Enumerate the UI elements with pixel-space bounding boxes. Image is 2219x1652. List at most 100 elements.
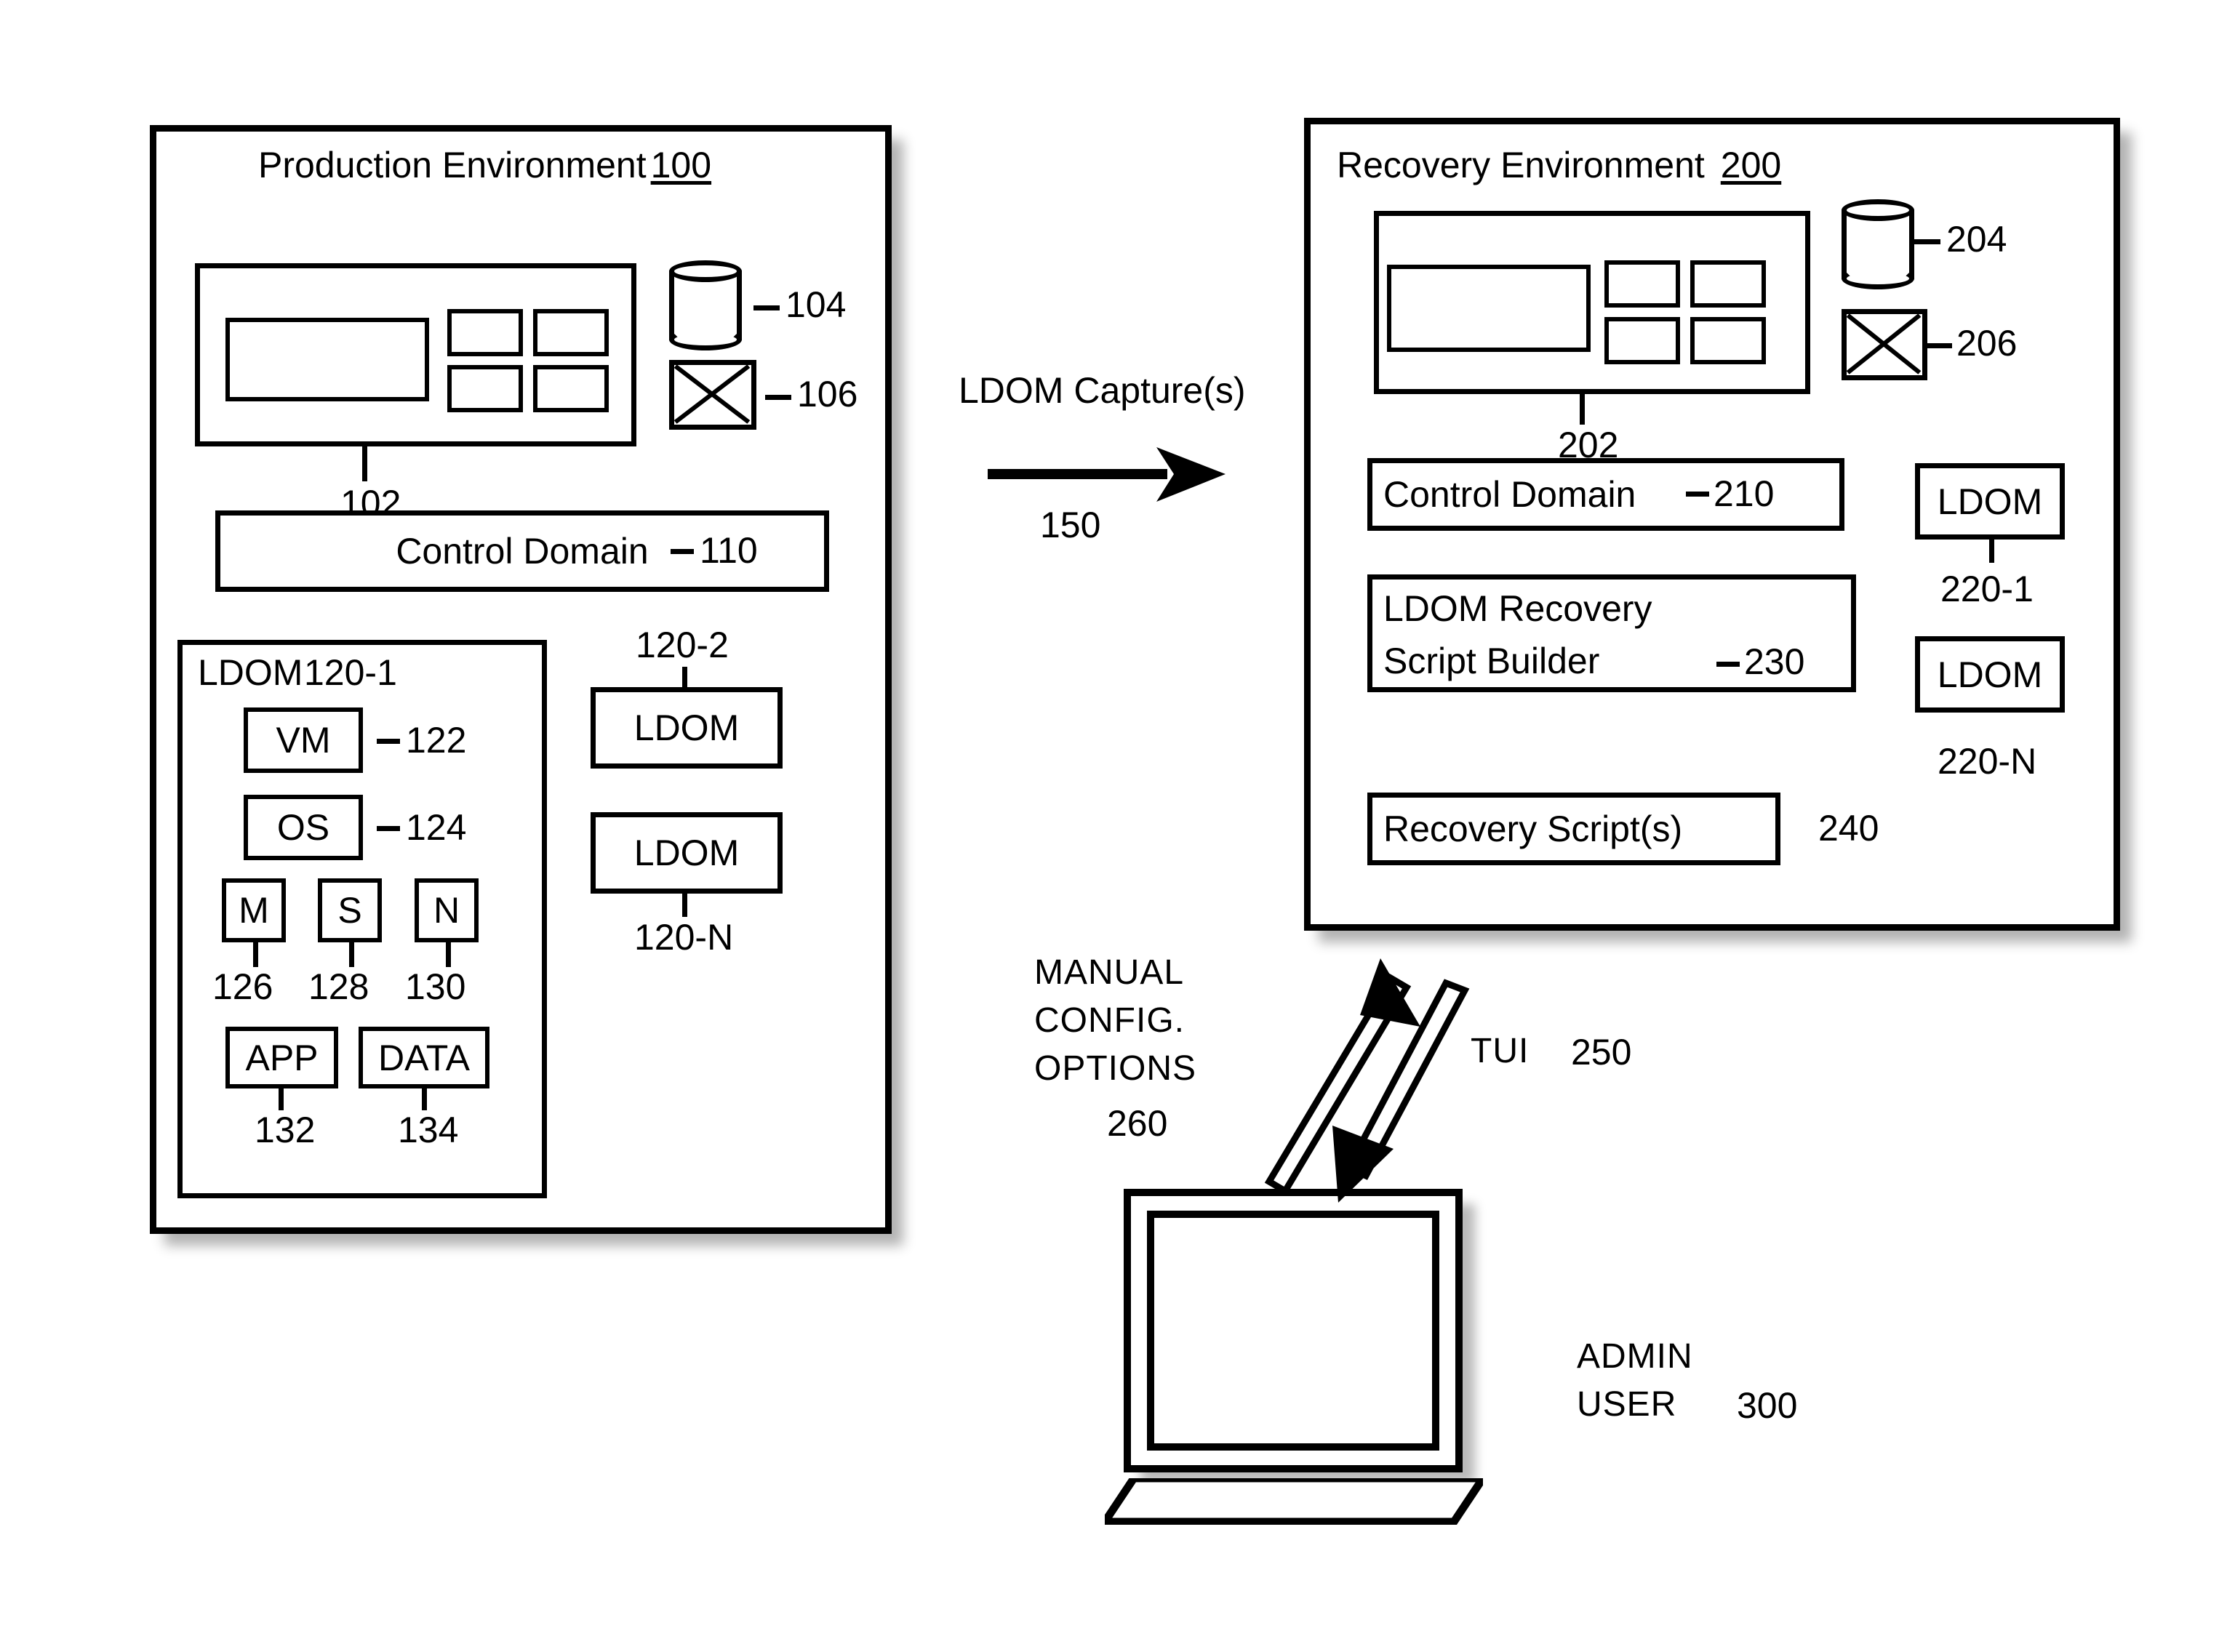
recovery-server-panel-1: [1604, 260, 1680, 308]
ldom-120-2-text: LDOM: [633, 707, 740, 748]
recovery-cylinder-database-icon: [1842, 199, 1914, 289]
ldom-component-m-text: M: [239, 890, 269, 931]
recovery-control-domain-210-leader: [1686, 492, 1709, 497]
production-control-domain-text: Control Domain: [396, 531, 649, 572]
ldom-component-vm-ref: 122: [406, 720, 467, 761]
laptop-base-shape: [1097, 1474, 1491, 1526]
production-server-panel-main: [225, 318, 429, 401]
ldom-component-os-leader: [377, 826, 400, 831]
x-box-network-icon: [669, 360, 756, 430]
recovery-server-panel-3: [1604, 317, 1680, 364]
right-arrow-icon: [988, 447, 1226, 502]
ldom-component-vm-text: VM: [276, 720, 331, 761]
recovery-cylinder-top: [1842, 199, 1914, 221]
recovery-script-builder-230-ref: 230: [1744, 641, 1805, 682]
ldom-120-1-ref: 120-1: [304, 652, 397, 693]
ldom-120-n-label: LDOM: [591, 812, 783, 894]
ldom-component-n-ref: 130: [405, 966, 466, 1007]
ldom-component-n-leader: [446, 942, 451, 967]
production-storage-104-leader: [753, 305, 780, 310]
recovery-network-206-ref: 206: [1956, 323, 2018, 364]
production-server-panel-1: [447, 309, 523, 356]
manual-config-line3: OPTIONS: [1034, 1049, 1197, 1088]
ldom-component-s-leader: [349, 942, 354, 967]
ldom-component-data-text: DATA: [378, 1037, 470, 1078]
cylinder-bottom: [669, 329, 742, 350]
ldom-component-n-text: N: [433, 890, 460, 931]
ldom-component-app-label: APP: [225, 1027, 338, 1088]
ldom-component-m-label: M: [222, 878, 286, 942]
ldom-120-n-ref: 120-N: [634, 917, 734, 958]
ldom-component-data-ref: 134: [398, 1110, 459, 1150]
tui-label: TUI: [1471, 1032, 1530, 1070]
recovery-environment-title-ref: 200: [1720, 145, 1782, 185]
recovery-control-domain-210-ref: 210: [1714, 473, 1775, 514]
recovery-x-cross-lines: [1846, 313, 1922, 374]
production-environment-title-ref: 100: [650, 145, 712, 185]
ldom-component-data-label: DATA: [359, 1027, 489, 1088]
recovery-ldom-220-1-label: LDOM: [1915, 463, 2065, 540]
admin-user-line2: USER: [1577, 1385, 1677, 1424]
ldom-capture-label: LDOM Capture(s): [959, 370, 1246, 411]
production-network-106-leader: [765, 395, 791, 400]
ldom-component-data-leader: [422, 1088, 427, 1110]
ldom-120-2-leader: [682, 667, 687, 689]
production-storage-104-ref: 104: [785, 284, 847, 325]
recovery-server-202-leader: [1580, 394, 1585, 425]
production-environment-title-text: Production Environment: [258, 145, 647, 185]
recovery-server-panel-main: [1387, 265, 1591, 352]
production-control-domain-110-ref: 110: [700, 530, 758, 571]
recovery-scripts-label: Recovery Script(s): [1367, 793, 1796, 865]
recovery-server-panel-2: [1690, 260, 1766, 308]
recovery-environment-title: Recovery Environment 200: [1337, 145, 1781, 185]
ldom-120-2-label: LDOM: [591, 687, 783, 769]
production-control-domain-110-leader: [671, 549, 694, 554]
ldom-120-1-label: LDOM: [198, 652, 303, 693]
production-network-106-ref: 106: [797, 374, 858, 414]
recovery-scripts-240-ref: 240: [1818, 808, 1879, 849]
laptop-base: [1097, 1474, 1491, 1526]
tui-ref: 250: [1571, 1032, 1632, 1072]
manual-config-up-arrow-icon: [1264, 958, 1420, 1196]
recovery-ldom-220-n-label: LDOM: [1915, 636, 2065, 713]
recovery-environment-title-text: Recovery Environment: [1337, 145, 1705, 185]
ldom-120-n-leader: [682, 894, 687, 917]
ldom-component-s-text: S: [337, 890, 362, 931]
ldom-component-m-ref: 126: [212, 966, 273, 1007]
recovery-scripts-text: Recovery Script(s): [1383, 809, 1683, 849]
recovery-cylinder-bottom: [1842, 268, 1914, 289]
ldom-component-app-leader: [279, 1088, 284, 1110]
cylinder-database-icon: [669, 260, 742, 350]
production-server-panel-4: [533, 365, 609, 412]
recovery-ldom-220-n-text: LDOM: [1937, 654, 2043, 695]
recovery-storage-204-ref: 204: [1946, 219, 2007, 260]
ldom-component-s-ref: 128: [308, 966, 369, 1007]
production-server-panel-2: [533, 309, 609, 356]
recovery-x-box-network-icon: [1842, 309, 1927, 380]
recovery-ldom-220-1-leader: [1989, 540, 1994, 563]
recovery-script-builder-230-leader: [1716, 662, 1740, 667]
recovery-control-domain-label: Control Domain: [1367, 458, 1860, 531]
ldom-component-app-text: APP: [245, 1037, 319, 1078]
recovery-script-builder-line2: Script Builder: [1383, 641, 1600, 681]
ldom-component-n-label: N: [415, 878, 479, 942]
manual-config-line1: MANUAL: [1034, 953, 1185, 992]
tui-down-arrow-icon: [1332, 979, 1470, 1203]
recovery-ldom-220-1-text: LDOM: [1937, 481, 2043, 522]
patent-figure-canvas: Production Environment 100 102 104 106 Co…: [0, 0, 2219, 1652]
admin-user-ref: 300: [1737, 1385, 1798, 1426]
ldom-component-os-text: OS: [276, 807, 330, 848]
ldom-component-m-leader: [253, 942, 258, 967]
recovery-control-domain-text: Control Domain: [1383, 474, 1636, 515]
production-server-panel-3: [447, 365, 523, 412]
recovery-storage-204-leader: [1913, 239, 1940, 244]
production-server-102-leader: [362, 446, 367, 481]
ldom-component-os-ref: 124: [406, 807, 467, 848]
recovery-ldom-220-n-ref: 220-N: [1938, 741, 2037, 782]
laptop-screen: [1147, 1211, 1439, 1451]
cylinder-top: [669, 260, 742, 282]
ldom-component-os-label: OS: [244, 795, 363, 860]
ldom-capture-ref: 150: [1040, 505, 1101, 545]
manual-config-ref: 260: [1107, 1103, 1168, 1144]
production-environment-title: Production Environment 100: [258, 145, 711, 185]
